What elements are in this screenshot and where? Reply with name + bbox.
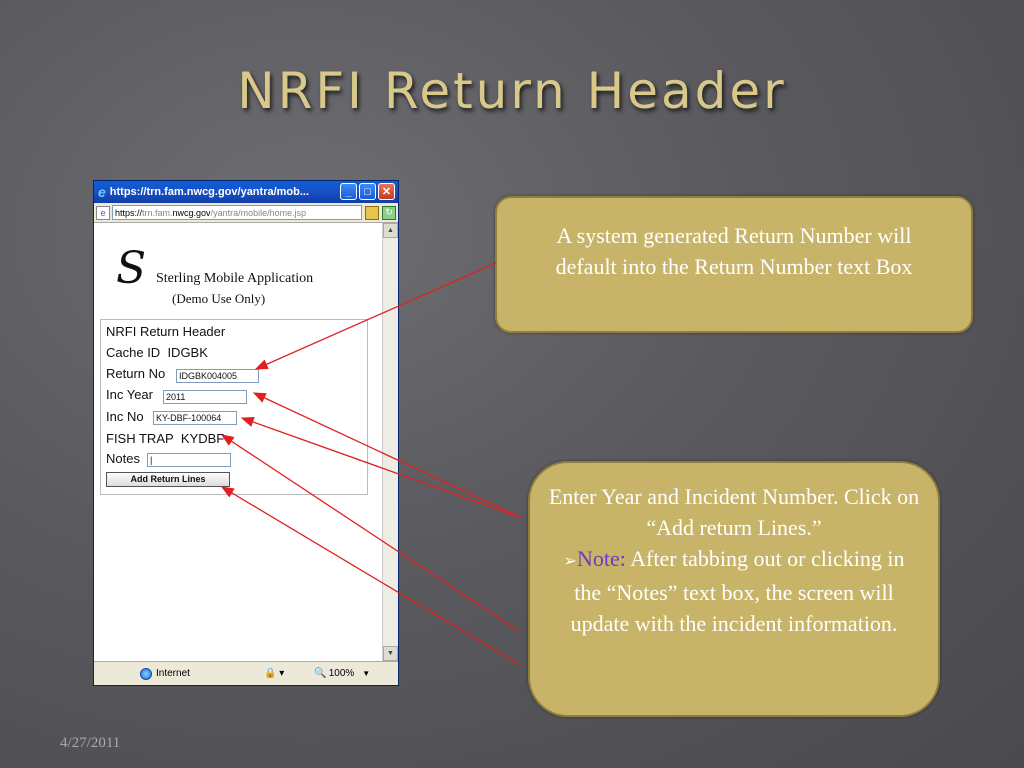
instructions-callout: Enter Year and Incident Number. Click on… — [528, 461, 940, 717]
return-no-input[interactable]: IDGBK004005 — [176, 369, 259, 383]
address-scheme: https:// — [115, 207, 143, 218]
inc-year-input[interactable]: 2011 — [163, 390, 247, 404]
sterling-logo: S — [116, 243, 147, 294]
cache-id-value: IDGBK — [167, 345, 208, 360]
page-content: S Sterling Mobile Application (Demo Use … — [94, 223, 398, 661]
slide-title: NRFI Return Header — [237, 62, 787, 120]
zoom-dropdown-icon[interactable]: ▼ — [362, 669, 370, 678]
maximize-button[interactable]: □ — [359, 183, 376, 200]
status-bar: Internet 🔒 ▾ 🔍 100% ▼ — [94, 661, 398, 685]
inc-no-label: Inc No — [106, 409, 144, 424]
cache-id-label: Cache ID — [106, 345, 161, 360]
return-number-callout-text: A system generated Return Number will de… — [555, 223, 913, 279]
status-zone: Internet — [156, 668, 190, 679]
address-path: /yantra/mobile/home.jsp — [210, 207, 307, 218]
slide-date: 4/27/2011 — [60, 735, 121, 751]
incident-name-value: KYDBF — [180, 431, 225, 446]
lock-icon[interactable] — [365, 205, 379, 220]
scroll-down-arrow-icon[interactable]: ▼ — [383, 646, 398, 661]
arrow-bullet-icon: ➢ — [563, 553, 577, 570]
close-button[interactable]: ✕ — [378, 183, 395, 200]
ie-icon: e — [98, 184, 106, 200]
globe-icon — [140, 667, 152, 680]
minimize-button[interactable]: _ — [340, 183, 357, 200]
cache-id-row: Cache ID IDGBK — [106, 345, 208, 360]
note-label: Note: — [576, 546, 626, 571]
browser-window: e https://trn.fam.nwcg.gov/yantra/mob...… — [93, 180, 399, 686]
window-controls: _ □ ✕ — [340, 183, 395, 200]
incident-row: FISH TRAP KYDBF — [106, 431, 224, 446]
address-host: nwcg.gov — [172, 207, 211, 218]
app-name: Sterling Mobile Application — [156, 271, 314, 286]
address-input[interactable]: https://trn.fam. nwcg.gov/yantra/mobile/h… — [112, 205, 362, 220]
notes-input[interactable]: | — [147, 453, 231, 467]
app-subtitle: (Demo Use Only) — [172, 291, 266, 306]
scroll-up-arrow-icon[interactable]: ▲ — [383, 223, 398, 238]
address-subdomain: trn.fam. — [142, 207, 173, 218]
instructions-callout-text: Enter Year and Incident Number. Click on… — [548, 484, 920, 540]
zoom-icon[interactable]: 🔍 — [314, 668, 326, 679]
address-bar: e https://trn.fam. nwcg.gov/yantra/mobile… — [94, 203, 398, 223]
page-icon: e — [96, 205, 110, 220]
return-header-form: NRFI Return Header Cache ID IDGBK Return… — [100, 319, 368, 495]
return-no-label: Return No — [106, 366, 166, 381]
refresh-icon[interactable]: ↻ — [382, 205, 396, 220]
vertical-scrollbar[interactable]: ▲ ▼ — [382, 223, 398, 661]
add-return-lines-button[interactable]: Add Return Lines — [106, 472, 230, 487]
browser-title: https://trn.fam.nwcg.gov/yantra/mob... — [109, 186, 310, 198]
note-paragraph: ➢Note: After tabbing out or clicking in … — [548, 543, 920, 639]
security-icon[interactable]: 🔒 ▾ — [264, 668, 284, 679]
incident-name-label: FISH TRAP — [106, 431, 174, 446]
browser-titlebar[interactable]: e https://trn.fam.nwcg.gov/yantra/mob...… — [94, 181, 398, 203]
form-header: NRFI Return Header — [106, 324, 226, 339]
return-number-callout: A system generated Return Number will de… — [495, 196, 973, 333]
inc-no-input[interactable]: KY-DBF-100064 — [153, 411, 237, 425]
zoom-level[interactable]: 100% — [329, 668, 355, 679]
notes-label: Notes — [106, 451, 140, 466]
inc-year-label: Inc Year — [106, 387, 153, 402]
